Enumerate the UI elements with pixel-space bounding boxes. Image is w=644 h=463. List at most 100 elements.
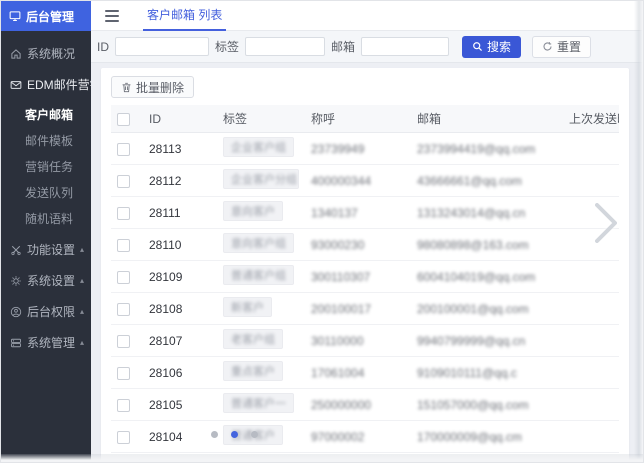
- cell-name: 17061004: [305, 357, 411, 389]
- cell-name: 1340137: [305, 197, 411, 229]
- tag-chip: 新客户: [223, 297, 272, 317]
- search-button[interactable]: 搜索: [462, 36, 521, 58]
- select-all-checkbox[interactable]: [117, 113, 130, 126]
- row-checkbox[interactable]: [117, 303, 130, 316]
- row-checkbox[interactable]: [117, 239, 130, 252]
- sub-item-label: 客户邮箱: [25, 106, 73, 123]
- tag-chip: 企业客户组: [223, 137, 294, 157]
- cell-id: 28113: [143, 133, 217, 165]
- row-checkbox[interactable]: [117, 399, 130, 412]
- main-area: 客户邮箱 列表 ID 标签 邮箱 搜索 重置: [91, 1, 643, 462]
- sidebar-item-function-settings[interactable]: 功能设置 ▴: [1, 234, 91, 265]
- row-checkbox[interactable]: [117, 175, 130, 188]
- tag-chip: 意向客户: [223, 201, 283, 221]
- row-checkbox[interactable]: [117, 143, 130, 156]
- tag-chip: 意向客户组: [223, 233, 294, 253]
- tag-chip: 企业客户分组: [223, 169, 299, 189]
- row-checkbox[interactable]: [117, 367, 130, 380]
- sub-item-label: 发送队列: [25, 184, 73, 201]
- next-panel-chevron-icon[interactable]: [591, 199, 621, 247]
- sidebar-item-marketing-task[interactable]: 营销任务: [1, 153, 91, 179]
- sidebar-item-admin-permissions[interactable]: 后台权限 ▴: [1, 296, 91, 327]
- tools-icon: [10, 244, 22, 256]
- sidebar-item-label: 后台权限: [27, 303, 75, 320]
- cell-email: 6004104019@qq.com: [411, 261, 563, 293]
- sidebar-item-system-management[interactable]: 系统管理 ▴: [1, 327, 91, 358]
- server-icon: [10, 337, 22, 349]
- col-header-name: 称呼: [305, 105, 411, 133]
- cell-name: 93000230: [305, 229, 411, 261]
- tag-chip: 老客户组: [223, 329, 283, 349]
- carousel-dots: [211, 431, 258, 438]
- table-row: 28112企业客户分组40000034443666661@qq.com: [111, 165, 619, 197]
- tag-chip: 普通客户组: [223, 265, 294, 285]
- tag-chip-label: 意向客户组: [231, 238, 286, 250]
- sidebar-item-random-corpus[interactable]: 随机语料: [1, 205, 91, 231]
- page-size-label: 10 条/页: [118, 457, 158, 463]
- cell-email: 151057000@qq.com: [411, 389, 563, 421]
- tag-chip-label: 意向客户: [231, 206, 275, 218]
- row-checkbox[interactable]: [117, 207, 130, 220]
- table-row: 28105普通客户一250000000151057000@qq.com: [111, 389, 619, 421]
- chevron-up-icon: ▴: [80, 308, 84, 316]
- email-field-label: 邮箱: [331, 38, 355, 55]
- tag-chip-label: 普通客户一: [231, 398, 286, 410]
- row-checkbox[interactable]: [117, 335, 130, 348]
- sidebar-item-edm[interactable]: EDM邮件营销 ▾: [1, 69, 91, 100]
- cell-name: 300110307: [305, 261, 411, 293]
- cell-name: 30110000: [305, 325, 411, 357]
- table-row: 28104普通客户97000002170000009@qq.cm: [111, 421, 619, 453]
- id-field[interactable]: [115, 37, 209, 56]
- reset-button[interactable]: 重置: [532, 36, 591, 58]
- table-row: 28107老客户组301100009940799999@qq.cn: [111, 325, 619, 357]
- tag-chip-label: 重点客户: [231, 366, 275, 378]
- sidebar-item-send-queue[interactable]: 发送队列: [1, 179, 91, 205]
- row-checkbox[interactable]: [117, 271, 130, 284]
- edm-submenu: 客户邮箱 邮件模板 营销任务 发送队列 随机语料: [1, 100, 91, 234]
- table-card: 批量删除 ID 标签 称呼 邮箱 上次发送时间: [101, 68, 629, 463]
- batch-delete-button[interactable]: 批量删除: [111, 76, 194, 98]
- cell-name: 23739949: [305, 133, 411, 165]
- cell-id: 28111: [143, 197, 217, 229]
- cell-id: 28106: [143, 357, 217, 389]
- content-area: 批量删除 ID 标签 称呼 邮箱 上次发送时间: [91, 63, 643, 463]
- row-checkbox[interactable]: [117, 431, 130, 444]
- tag-chip-label: 普通客户组: [231, 270, 286, 282]
- search-icon: [472, 41, 483, 52]
- table-body: 28113企业客户组237399492373994419@qq.com28112…: [111, 133, 619, 453]
- brand-header[interactable]: 后台管理: [1, 1, 91, 31]
- customer-email-table: ID 标签 称呼 邮箱 上次发送时间 28113企业客户组23739949237…: [111, 105, 619, 453]
- cell-email: 9940799999@qq.cn: [411, 325, 563, 357]
- topbar: 客户邮箱 列表: [91, 1, 643, 31]
- sidebar-item-mail-template[interactable]: 邮件模板: [1, 127, 91, 153]
- hamburger-menu-icon[interactable]: [105, 10, 119, 22]
- sidebar-item-system-settings[interactable]: 系统设置 ▴: [1, 265, 91, 296]
- sidebar-item-overview[interactable]: 系统概况: [1, 38, 91, 69]
- cell-last-sent: [563, 165, 619, 197]
- tag-chip: 普通客户一: [223, 393, 294, 413]
- monitor-icon: [9, 10, 21, 22]
- table-row: 28111意向客户13401371313243014@qq.cn: [111, 197, 619, 229]
- sidebar-item-customer-mail[interactable]: 客户邮箱: [1, 101, 91, 127]
- cell-name: 97000002: [305, 421, 411, 453]
- refresh-icon: [542, 41, 553, 52]
- cell-last-sent: [563, 357, 619, 389]
- admin-window: 后台管理 系统概况 EDM邮件营销 ▾ 客户邮箱: [0, 0, 644, 463]
- cell-last-sent: [563, 389, 619, 421]
- cell-last-sent: [563, 421, 619, 453]
- tab-customer-mail-list[interactable]: 客户邮箱 列表: [143, 1, 226, 31]
- carousel-dot[interactable]: [251, 431, 258, 438]
- home-icon: [10, 48, 22, 60]
- carousel-dot[interactable]: [231, 431, 238, 438]
- cell-email: 170000009@qq.cm: [411, 421, 563, 453]
- cell-id: 28108: [143, 293, 217, 325]
- carousel-dot[interactable]: [211, 431, 218, 438]
- sidebar: 后台管理 系统概况 EDM邮件营销 ▾ 客户邮箱: [1, 1, 91, 462]
- chevron-up-icon: ▴: [80, 246, 84, 254]
- table-row: 28106重点客户170610049109010111@qq.c: [111, 357, 619, 389]
- cell-id: 28112: [143, 165, 217, 197]
- email-field[interactable]: [361, 37, 449, 56]
- table-row: 28110意向客户组9300023098080898@163.com: [111, 229, 619, 261]
- tag-chip-label: 企业客户分组: [231, 174, 297, 186]
- tag-field[interactable]: [245, 37, 325, 56]
